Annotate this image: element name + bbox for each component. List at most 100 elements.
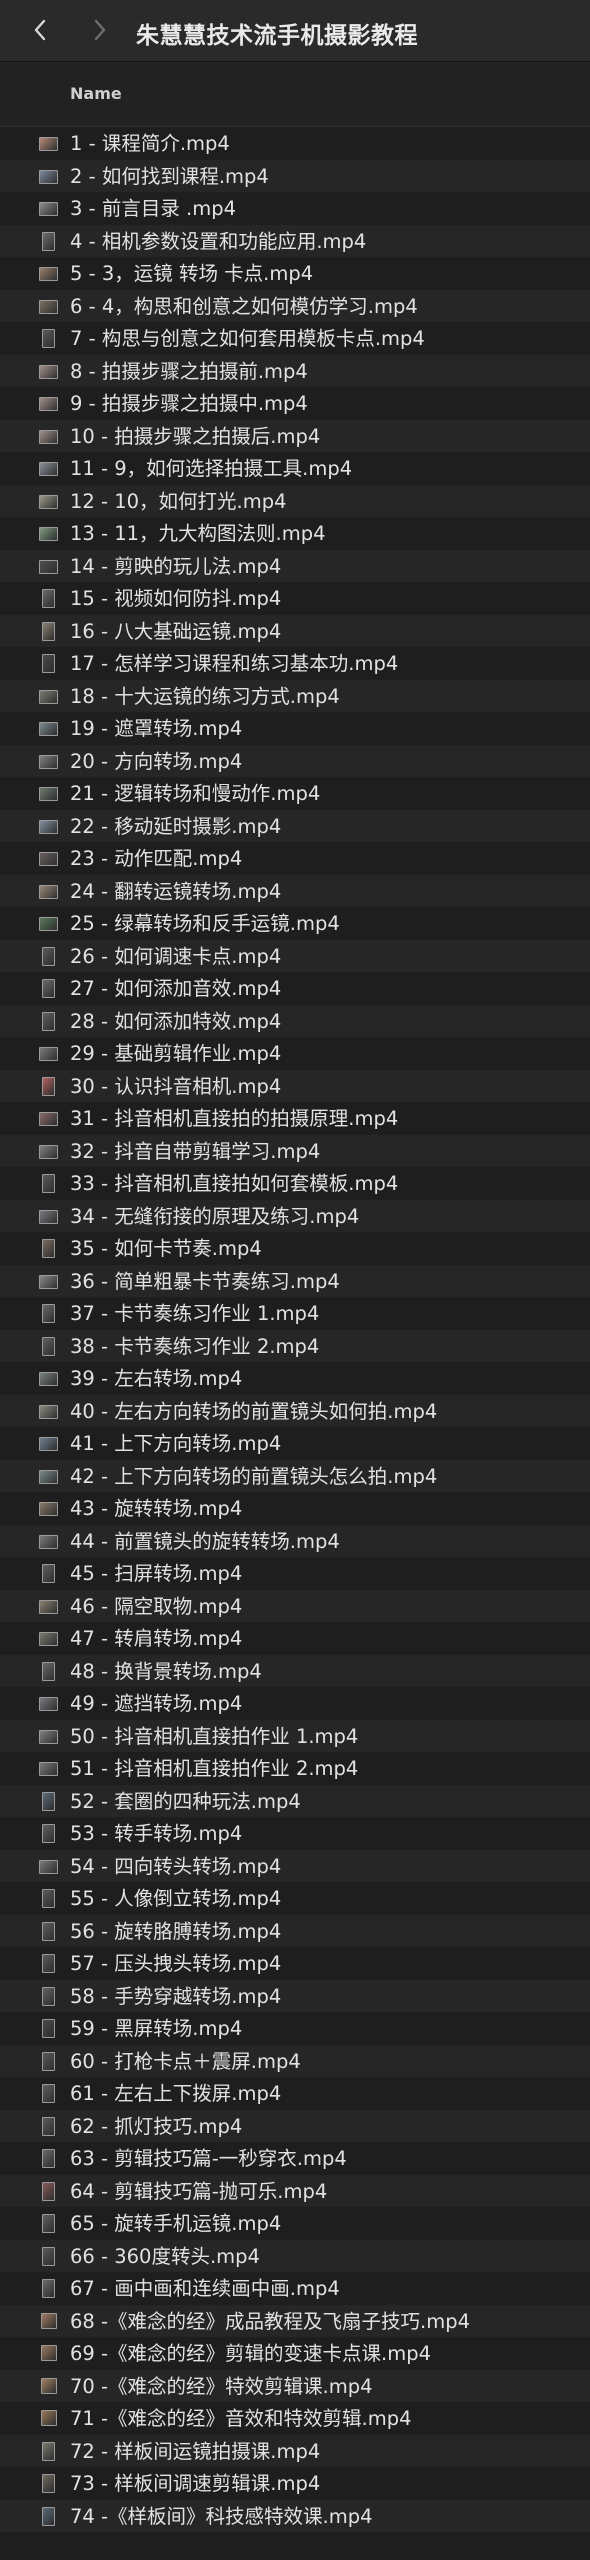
- file-row[interactable]: 18 - 十大运镜的练习方式.mp4: [0, 679, 590, 712]
- file-row[interactable]: 10 - 拍摄步骤之拍摄后.mp4: [0, 419, 590, 452]
- file-name: 48 - 换背景转场.mp4: [70, 1659, 262, 1683]
- file-row[interactable]: 51 - 抖音相机直接拍作业 2.mp4: [0, 1752, 590, 1785]
- video-thumbnail-icon: [42, 1889, 55, 1908]
- file-row[interactable]: 50 - 抖音相机直接拍作业 1.mp4: [0, 1719, 590, 1752]
- file-row[interactable]: 70 -《难念的经》特效剪辑课.mp4: [0, 2369, 590, 2402]
- file-name: 20 - 方向转场.mp4: [70, 749, 243, 773]
- file-name: 17 - 怎样学习课程和练习基本功.mp4: [70, 652, 399, 675]
- file-row[interactable]: 34 - 无缝衔接的原理及练习.mp4: [0, 1199, 590, 1232]
- file-row[interactable]: 24 - 翻转运镜转场.mp4: [0, 874, 590, 907]
- file-row[interactable]: 21 - 逻辑转场和慢动作.mp4: [0, 777, 590, 810]
- file-name: 55 - 人像倒立转场.mp4: [70, 1887, 282, 1910]
- file-row[interactable]: 28 - 如何添加特效.mp4: [0, 1004, 590, 1037]
- file-row[interactable]: 13 - 11，九大构图法则.mp4: [0, 517, 590, 550]
- file-row[interactable]: 11 - 9，如何选择拍摄工具.mp4: [0, 452, 590, 485]
- file-row[interactable]: 20 - 方向转场.mp4: [0, 744, 590, 777]
- file-row[interactable]: 8 - 拍摄步骤之拍摄前.mp4: [0, 354, 590, 387]
- file-row[interactable]: 6 - 4，构思和创意之如何模仿学习.mp4: [0, 289, 590, 322]
- file-row[interactable]: 33 - 抖音相机直接拍如何套模板.mp4: [0, 1167, 590, 1200]
- file-row[interactable]: 61 - 左右上下拨屏.mp4: [0, 2077, 590, 2110]
- file-row[interactable]: 47 - 转肩转场.mp4: [0, 1622, 590, 1655]
- file-row[interactable]: 60 - 打枪卡点＋震屏.mp4: [0, 2044, 590, 2077]
- file-row[interactable]: 35 - 如何卡节奏.mp4: [0, 1232, 590, 1265]
- file-row[interactable]: 46 - 隔空取物.mp4: [0, 1589, 590, 1622]
- file-row[interactable]: 29 - 基础剪辑作业.mp4: [0, 1037, 590, 1070]
- file-row[interactable]: 17 - 怎样学习课程和练习基本功.mp4: [0, 647, 590, 680]
- file-row[interactable]: 66 - 360度转头.mp4: [0, 2239, 590, 2272]
- file-row[interactable]: 57 - 压头拽头转场.mp4: [0, 1947, 590, 1980]
- file-row[interactable]: 12 - 10，如何打光.mp4: [0, 484, 590, 517]
- file-row[interactable]: 19 - 遮罩转场.mp4: [0, 712, 590, 745]
- file-row[interactable]: 15 - 视频如何防抖.mp4: [0, 582, 590, 615]
- file-row[interactable]: 48 - 换背景转场.mp4: [0, 1654, 590, 1687]
- file-row[interactable]: 38 - 卡节奏练习作业 2.mp4: [0, 1329, 590, 1362]
- video-thumbnail-icon: [39, 169, 58, 184]
- file-row[interactable]: 36 - 简单粗暴卡节奏练习.mp4: [0, 1264, 590, 1297]
- file-row[interactable]: 32 - 抖音自带剪辑学习.mp4: [0, 1134, 590, 1167]
- file-row[interactable]: 23 - 动作匹配.mp4: [0, 842, 590, 875]
- file-row[interactable]: 5 - 3，运镜 转场 卡点.mp4: [0, 257, 590, 290]
- file-name: 58 - 手势穿越转场.mp4: [70, 1984, 282, 2008]
- file-row[interactable]: 44 - 前置镜头的旋转转场.mp4: [0, 1524, 590, 1557]
- file-row[interactable]: 56 - 旋转胳膊转场.mp4: [0, 1914, 590, 1947]
- file-row[interactable]: 67 - 画中画和连续画中画.mp4: [0, 2272, 590, 2305]
- file-row[interactable]: 39 - 左右转场.mp4: [0, 1362, 590, 1395]
- file-row[interactable]: 27 - 如何添加音效.mp4: [0, 972, 590, 1005]
- file-row[interactable]: 31 - 抖音相机直接拍的拍摄原理.mp4: [0, 1102, 590, 1135]
- file-row[interactable]: 7 - 构思与创意之如何套用模板卡点.mp4: [0, 322, 590, 355]
- file-row[interactable]: 16 - 八大基础运镜.mp4: [0, 614, 590, 647]
- window-title: 朱慧慧技术流手机摄影教程: [136, 23, 418, 49]
- file-row[interactable]: 55 - 人像倒立转场.mp4: [0, 1882, 590, 1915]
- file-name: 50 - 抖音相机直接拍作业 1.mp4: [70, 1724, 359, 1748]
- file-row[interactable]: 43 - 旋转转场.mp4: [0, 1492, 590, 1525]
- file-row[interactable]: 3 - 前言目录 .mp4: [0, 192, 590, 225]
- file-name: 51 - 抖音相机直接拍作业 2.mp4: [70, 1757, 359, 1780]
- file-row[interactable]: 42 - 上下方向转场的前置镜头怎么拍.mp4: [0, 1459, 590, 1492]
- file-row[interactable]: 53 - 转手转场.mp4: [0, 1817, 590, 1850]
- video-thumbnail-icon: [42, 2474, 55, 2493]
- file-row[interactable]: 22 - 移动延时摄影.mp4: [0, 809, 590, 842]
- file-row[interactable]: 40 - 左右方向转场的前置镜头如何拍.mp4: [0, 1394, 590, 1427]
- video-thumbnail-icon: [39, 1437, 58, 1451]
- file-row[interactable]: 62 - 抓灯技巧.mp4: [0, 2109, 590, 2142]
- file-row[interactable]: 26 - 如何调速卡点.mp4: [0, 939, 590, 972]
- file-row[interactable]: 9 - 拍摄步骤之拍摄中.mp4: [0, 387, 590, 420]
- file-row[interactable]: 52 - 套圈的四种玩法.mp4: [0, 1784, 590, 1817]
- file-row[interactable]: 37 - 卡节奏练习作业 1.mp4: [0, 1297, 590, 1330]
- file-row[interactable]: 2 - 如何找到课程.mp4: [0, 159, 590, 192]
- file-row[interactable]: 71 -《难念的经》音效和特效剪辑.mp4: [0, 2402, 590, 2435]
- file-name: 14 - 剪映的玩儿法.mp4: [70, 554, 282, 578]
- file-row[interactable]: 58 - 手势穿越转场.mp4: [0, 1979, 590, 2012]
- file-row[interactable]: 30 - 认识抖音相机.mp4: [0, 1069, 590, 1102]
- file-row[interactable]: 65 - 旋转手机运镜.mp4: [0, 2207, 590, 2240]
- file-row[interactable]: 54 - 四向转头转场.mp4: [0, 1849, 590, 1882]
- file-row[interactable]: 1 - 课程简介.mp4: [0, 127, 590, 160]
- back-button[interactable]: [26, 16, 54, 44]
- file-row[interactable]: 64 - 剪辑技巧篇-抛可乐.mp4: [0, 2174, 590, 2207]
- file-row[interactable]: 45 - 扫屏转场.mp4: [0, 1557, 590, 1590]
- file-row[interactable]: 72 - 样板间运镜拍摄课.mp4: [0, 2434, 590, 2467]
- file-row[interactable]: 69 -《难念的经》剪辑的变速卡点课.mp4: [0, 2337, 590, 2370]
- video-thumbnail-icon: [42, 1011, 55, 1031]
- video-thumbnail-icon: [42, 1824, 55, 1843]
- file-row[interactable]: 41 - 上下方向转场.mp4: [0, 1427, 590, 1460]
- forward-button[interactable]: [86, 16, 114, 44]
- file-row[interactable]: 74 -《样板间》科技感特效课.mp4: [0, 2499, 590, 2532]
- file-row[interactable]: 14 - 剪映的玩儿法.mp4: [0, 549, 590, 582]
- video-thumbnail-icon: [41, 2345, 57, 2361]
- file-name: 69 -《难念的经》剪辑的变速卡点课.mp4: [70, 2342, 432, 2365]
- file-row[interactable]: 25 - 绿幕转场和反手运镜.mp4: [0, 907, 590, 940]
- file-row[interactable]: 68 -《难念的经》成品教程及飞扇子技巧.mp4: [0, 2304, 590, 2337]
- file-row[interactable]: 49 - 遮挡转场.mp4: [0, 1687, 590, 1720]
- video-thumbnail-icon: [39, 917, 58, 931]
- video-thumbnail-icon: [39, 1632, 58, 1646]
- file-name: 39 - 左右转场.mp4: [70, 1367, 243, 1390]
- file-row[interactable]: 63 - 剪辑技巧篇-一秒穿衣.mp4: [0, 2142, 590, 2175]
- file-row[interactable]: 4 - 相机参数设置和功能应用.mp4: [0, 224, 590, 257]
- chevron-left-icon: [34, 19, 46, 41]
- video-thumbnail-icon: [39, 1047, 58, 1061]
- name-column-header[interactable]: Name: [70, 84, 122, 103]
- file-row[interactable]: 73 - 样板间调速剪辑课.mp4: [0, 2467, 590, 2500]
- file-row[interactable]: 59 - 黑屏转场.mp4: [0, 2012, 590, 2045]
- video-thumbnail-icon: [39, 819, 58, 834]
